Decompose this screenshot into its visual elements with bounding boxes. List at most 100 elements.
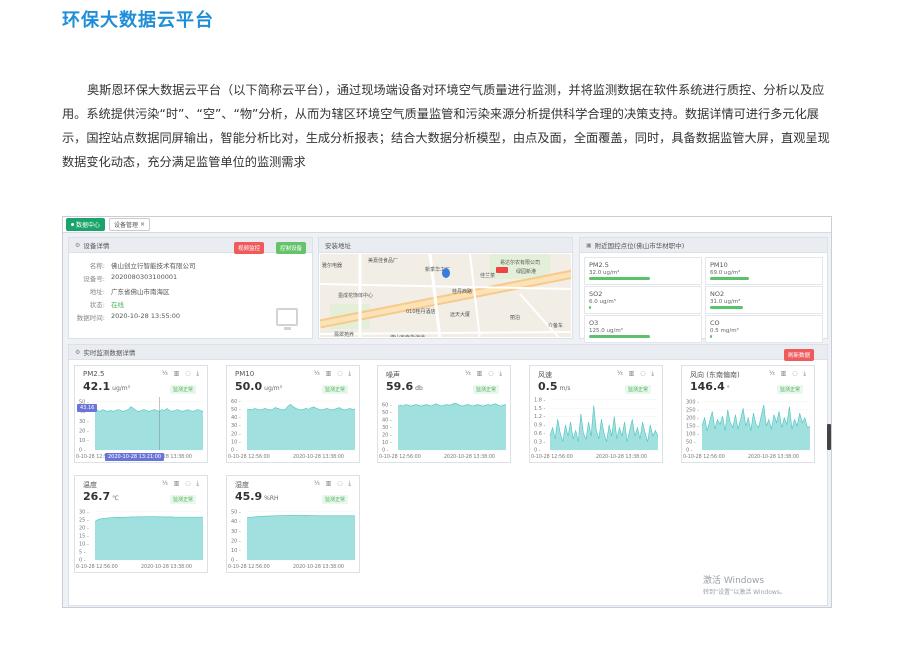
y-tick-label: 30 - [231, 423, 241, 429]
chart-tools-icon[interactable]: ⅓ ▥ ◌ ⤓ [314, 370, 353, 378]
guokong-item-value: 32.0 ug/m³ [589, 270, 620, 276]
y-tick-label: 15 - [79, 534, 89, 540]
guokong-item-value: 31.0 ug/m³ [710, 299, 741, 305]
panel-title: 安装地址 [325, 242, 351, 250]
poi-badge-icon [496, 267, 508, 273]
scrollbar-thumb[interactable] [827, 424, 831, 450]
device-info-value: 佛山创立行智能技术有限公司 [111, 262, 196, 270]
device-panel: ⚙ 设备详情 视频监控 控制设备 名称: 佛山创立行智能技术有限公司 设备号: 2020… [68, 237, 313, 339]
sensor-unit: ug/m³ [264, 385, 283, 392]
sensor-card: PM10 50.0 ug/m³ ⅓ ▥ ◌ ⤓ 监测正常 0 - 10 - 20 - 30 - 4… [226, 365, 360, 463]
windows-activation-watermark: 激活 Windows 转到“设置”以激活 Windows。 [703, 573, 786, 596]
watermark-line1: 激活 Windows [703, 576, 765, 586]
sensor-value: 59.6 db [386, 380, 423, 393]
sensor-name: 湿度 [235, 481, 249, 489]
x-tick-label: 2020-10-28 13:38:00 [596, 454, 647, 460]
y-tick-label: 5 - [79, 550, 86, 556]
sensor-chart[interactable]: 0 - 50 - 100 - 150 - 200 - 250 - 300 - 0-10-28 … [682, 394, 816, 464]
guokong-item: CO 0.5 mg/m³ [705, 315, 823, 343]
y-tick-label: 0 - [686, 448, 693, 454]
tab-device-management[interactable]: 设备管理 × [109, 218, 151, 231]
panel-title: 附近国控点位(佛山市华材职中) [594, 242, 685, 250]
chart-tools-icon[interactable]: ⅓ ▥ ◌ ⤓ [162, 480, 201, 488]
device-info-row: 数据时间: 2020-10-28 13:55:00 [75, 312, 180, 322]
sensor-chart[interactable]: 0 -10 -20 -30 -40 -50 -60 -0-10-28 12:56… [227, 394, 361, 464]
guokong-item-name: PM10 [710, 261, 728, 269]
map-label: 美嘉佳食品厂 [368, 258, 399, 264]
sensor-card: 风速 0.5 m/s ⅓ ▥ ◌ ⤓ 监测正常 0 - 0.3 - 0.6 - 0.9 - 1.2… [529, 365, 663, 463]
device-info-row: 地址: 广东省佛山市南海区 [75, 286, 170, 296]
guokong-item-name: PM2.5 [589, 261, 609, 269]
tab-label: 设备管理 [114, 222, 139, 229]
map-view[interactable]: 美嘉佳食品厂 雅尔电器 新季华工厂 易达尔农有限公司 绿园新港 佳兰茶 墨成花饰体中心 桂丹西… [320, 254, 571, 337]
x-tick-label: 2020-10-28 13:38:00 [444, 454, 495, 460]
chart-tools-icon[interactable]: ⅓ ▥ ◌ ⤓ [769, 370, 808, 378]
y-tick-label: 1.2 - [534, 414, 546, 420]
control-device-button[interactable]: 控制设备 [276, 242, 307, 254]
guokong-item: PM10 69.0 ug/m³ [705, 257, 823, 285]
close-icon[interactable]: × [140, 221, 145, 228]
station-icon: ▣ [586, 241, 592, 249]
guokong-item: NO2 31.0 ug/m³ [705, 286, 823, 314]
sensor-unit: m/s [559, 385, 571, 392]
chart-tools-icon[interactable]: ⅓ ▥ ◌ ⤓ [465, 370, 504, 378]
chart-tools-icon[interactable]: ⅓ ▥ ◌ ⤓ [617, 370, 656, 378]
sensor-chart[interactable]: 0 - 0.3 - 0.6 - 0.9 - 1.2 - 1.5 - 1.8 - 0-10-28… [530, 394, 664, 464]
sensor-unit: ° [726, 385, 730, 392]
sensor-chart[interactable]: 0 - 5 - 10 - 15 - 20 - 25 - 30 - 0-10-28 12:56:… [75, 504, 209, 574]
page: 环保大数据云平台 奥斯恩环保大数据云平台（以下简称云平台），通过现场端设备对环境… [0, 0, 900, 647]
sensor-value: 146.4 ° [690, 380, 730, 393]
video-monitor-button[interactable]: 视频监控 [234, 242, 265, 254]
refresh-data-button[interactable]: 刷新数据 [784, 349, 815, 361]
y-tick-label: 40 - [231, 519, 241, 525]
device-info-row: 状态: 在线 [75, 299, 124, 309]
x-tick-label: 0-10-28 12:56:00 [76, 564, 118, 570]
x-tick-label: 2020-10-28 13:38:00 [293, 454, 344, 460]
map-label: 介备车 [548, 323, 564, 329]
sensor-unit: ℃ [112, 495, 119, 502]
x-tick-label: 2020-10-28 13:38:00 [293, 564, 344, 570]
guokong-item-name: O3 [589, 319, 599, 327]
tab-data-center[interactable]: 数据中心 [66, 218, 106, 231]
guokong-panel: ▣ 附近国控点位(佛山市华材职中) PM2.5 32.0 ug/m³ PM10 69.0… [579, 237, 828, 343]
guokong-level-bar [589, 277, 650, 280]
x-tick-label: 2020-10-28 13:38:00 [141, 564, 192, 570]
y-tick-label: 50 - [231, 407, 241, 413]
top-tabs: 数据中心 设备管理 × [63, 217, 831, 233]
y-tick-label: 25 - [79, 518, 89, 524]
location-marker-icon[interactable] [442, 268, 450, 278]
sensor-value: 0.5 m/s [538, 380, 571, 393]
guokong-item-value: 125.0 ug/m³ [589, 328, 623, 334]
guokong-level-bar [710, 306, 743, 309]
guokong-panel-header: ▣ 附近国控点位(佛山市华材职中) [580, 238, 827, 253]
guokong-item-value: 69.0 ug/m³ [710, 270, 741, 276]
x-tick-label: 0-10-28 12:56:00 [379, 454, 421, 460]
guokong-item: PM2.5 32.0 ug/m³ [584, 257, 702, 285]
device-info-value: 在线 [111, 301, 124, 309]
guokong-item: O3 125.0 ug/m³ [584, 315, 702, 343]
guokong-level-bar [710, 335, 713, 338]
y-tick-label: 30 - [382, 425, 392, 431]
chart-tools-icon[interactable]: ⅓ ▥ ◌ ⤓ [314, 480, 353, 488]
sensor-unit: %RH [264, 495, 279, 502]
guokong-item-name: SO2 [589, 290, 603, 298]
guokong-item: SO2 6.0 ug/m³ [584, 286, 702, 314]
sensor-card: 温度 26.7 ℃ ⅓ ▥ ◌ ⤓ 监测正常 0 - 5 - 10 - 15 - 20 - 25 -… [74, 475, 208, 573]
guokong-level-bar [589, 306, 592, 309]
y-tick-label: 300 - [686, 400, 699, 406]
map-label: 桂丹西路 [452, 289, 473, 295]
device-info-value: 2020-10-28 13:55:00 [111, 312, 181, 320]
y-tick-label: 30 - [79, 510, 89, 516]
sensor-chart[interactable]: 0 - 10 - 20 - 30 - 40 - 50 - 0-10-28 12:56:00 2… [227, 504, 361, 574]
sensor-chart[interactable]: 0 -10 -20 -30 -40 -50 -60 -0-10-28 12:56… [378, 394, 512, 464]
y-tick-label: 0 - [231, 558, 238, 564]
series-area [702, 405, 810, 450]
y-tick-label: 30 - [231, 529, 241, 535]
platform-screenshot: 数据中心 设备管理 × ⚙ 设备详情 视频监控 控制设备 名称: 佛山创立行智能技术有… [62, 216, 832, 608]
map-label: 绿园新港 [516, 269, 537, 275]
guokong-item-name: CO [710, 319, 720, 327]
chart-tools-icon[interactable]: ⅓ ▥ ◌ ⤓ [162, 370, 201, 378]
y-tick-label: 1.8 - [534, 397, 546, 403]
y-tick-label: 40 - [382, 417, 392, 423]
realtime-panel-header: ⚙ 实时监测数据详情 [69, 345, 827, 360]
